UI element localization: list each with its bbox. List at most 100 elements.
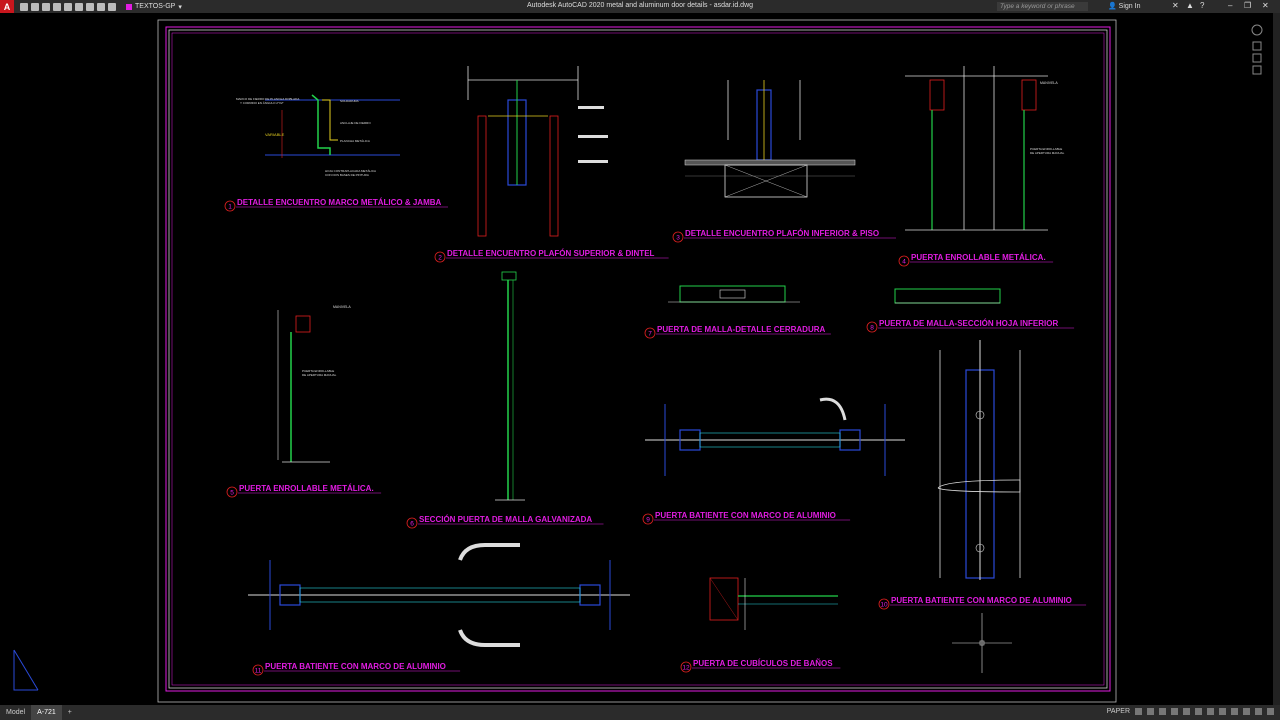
detail-number: 9 (646, 517, 650, 524)
ortho-icon[interactable] (1159, 708, 1166, 715)
detail-number: 6 (410, 521, 414, 528)
detail-5-drawing: MANIVELA PUERTA ENROLLABLE DE APERTURA M… (277, 305, 351, 463)
snap-icon[interactable] (1147, 708, 1154, 715)
open-file-icon[interactable] (31, 2, 39, 11)
status-bar: Model A-721 + PAPER (0, 705, 1280, 720)
detail-7-drawing (668, 285, 800, 303)
variable-label: VARIABLE (265, 132, 285, 137)
pan-icon (1252, 41, 1262, 51)
detail-9-drawing (645, 397, 905, 476)
undo-icon[interactable] (86, 2, 94, 11)
autodesk-app-icon[interactable]: ▲ (1186, 1, 1194, 10)
orbit-icon (1252, 65, 1262, 75)
svg-text:DE APERTURA MANUAL: DE APERTURA MANUAL (1030, 151, 1065, 155)
layer-dropdown[interactable]: TEXTOS-GP ▾ (126, 3, 182, 11)
detail-title: DETALLE ENCUENTRO PLAFÓN INFERIOR & PISO (685, 229, 879, 238)
detail-title: DETALLE ENCUENTRO PLAFÓN SUPERIOR & DINT… (447, 249, 655, 258)
vertical-scrollbar[interactable] (1273, 13, 1280, 705)
detail-10-drawing (937, 340, 1021, 580)
svg-text:Y CORRIDO EN ÁNGULO 2"X2": Y CORRIDO EN ÁNGULO 2"X2" (240, 101, 284, 105)
grid-icon[interactable] (1135, 708, 1142, 715)
svg-text:PLANCHA METÁLICA: PLANCHA METÁLICA (340, 139, 370, 143)
detail-title: PUERTA ENROLLABLE METÁLICA. (239, 484, 374, 493)
detail-12-drawing (709, 577, 838, 630)
add-layout-tab[interactable]: + (62, 705, 78, 720)
detail-4-drawing: MANIVELA PUERTA ENROLLABLE DE APERTURA M… (905, 66, 1065, 231)
search-input[interactable]: Type a keyword or phrase (997, 2, 1088, 11)
detail-number: 11 (255, 668, 262, 675)
detail-number: 10 (880, 602, 888, 609)
layer-color-swatch (126, 3, 132, 10)
paper-space-label[interactable]: PAPER (1107, 708, 1130, 715)
redo-icon[interactable] (97, 2, 105, 11)
annotation-scale-icon[interactable] (1207, 708, 1214, 715)
detail-title: PUERTA DE MALLA-SECCIÓN HOJA INFERIOR (879, 319, 1058, 328)
detail-6-drawing (495, 271, 525, 501)
fullscreen-icon[interactable] (1255, 708, 1262, 715)
detail-number: 7 (648, 331, 652, 338)
title-bar: A TEXTOS-GP ▾ (0, 0, 1280, 13)
save-icon[interactable] (42, 2, 50, 11)
detail-1-drawing: VARIABLE MARCO DE FIERRO DE PLANCHA DOBL… (236, 94, 400, 177)
detail-number: 2 (438, 255, 442, 262)
print-icon[interactable] (75, 2, 83, 11)
manivela-label-5: MANIVELA (333, 305, 351, 309)
detail-number: 5 (230, 490, 234, 497)
navigation-bar (1248, 22, 1266, 82)
minimize-button[interactable]: – (1228, 1, 1232, 10)
user-icon: 👤 (1108, 3, 1117, 10)
detail-titles: 1 DETALLE ENCUENTRO MARCO METÁLICO & JAMB… (224, 198, 1087, 676)
help-button[interactable]: ? (1200, 1, 1204, 10)
chevron-down-icon: ▾ (178, 3, 182, 11)
detail-title: PUERTA DE CUBÍCULOS DE BAÑOS (693, 659, 833, 668)
detail-title: PUERTA BATIENTE CON MARCO DE ALUMINIO (265, 662, 446, 671)
detail-number: 4 (902, 259, 906, 266)
workspace-gear-icon[interactable] (1219, 708, 1226, 715)
customize-menu-icon[interactable] (1267, 708, 1274, 715)
close-button[interactable]: ✕ (1262, 1, 1269, 10)
polar-icon[interactable] (1171, 708, 1178, 715)
svg-text:CON DOS BASES DE PINTURA: CON DOS BASES DE PINTURA (325, 173, 369, 177)
tab-layout[interactable]: A-721 (31, 705, 62, 720)
svg-text:SOLDADURA: SOLDADURA (340, 99, 359, 103)
manivela-label-4: MANIVELA (1040, 81, 1058, 85)
detail-title: SECCIÓN PUERTA DE MALLA GALVANIZADA (419, 515, 592, 524)
drawing-canvas[interactable]: VARIABLE MARCO DE FIERRO DE PLANCHA DOBL… (0, 13, 1280, 705)
detail-title: PUERTA BATIENTE CON MARCO DE ALUMINIO (655, 511, 836, 520)
sign-in-label: Sign In (1118, 3, 1141, 10)
layer-name: TEXTOS-GP (135, 3, 176, 10)
detail-title: PUERTA ENROLLABLE METÁLICA. (911, 253, 1046, 262)
sheet-inner-border (168, 29, 1108, 689)
detail-number: 1 (228, 204, 232, 211)
detail-number: 12 (682, 665, 690, 672)
web-open-icon[interactable] (64, 2, 72, 11)
crosshair (952, 613, 1012, 673)
isolate-icon[interactable] (1231, 708, 1238, 715)
hardware-accel-icon[interactable] (1243, 708, 1250, 715)
detail-title: DETALLE ENCUENTRO MARCO METÁLICO & JAMBA (237, 198, 442, 207)
autocad-logo-button[interactable]: A (0, 0, 14, 13)
detail-title: PUERTA BATIENTE CON MARCO DE ALUMINIO (891, 596, 1072, 605)
detail-11-drawing (248, 543, 630, 647)
status-tools: PAPER (1107, 708, 1274, 715)
tab-model[interactable]: Model (0, 705, 31, 720)
detail-number: 8 (870, 325, 874, 332)
sign-in-button[interactable]: 👤 Sign In (1108, 2, 1140, 10)
svg-text:ANCLAJE DE FIERRO: ANCLAJE DE FIERRO (340, 121, 371, 125)
save-as-icon[interactable] (53, 2, 61, 11)
detail-title: PUERTA DE MALLA-DETALLE CERRADURA (657, 325, 826, 334)
detail-number: 3 (676, 235, 680, 242)
restore-button[interactable]: ❐ (1244, 1, 1251, 10)
detail-3-drawing (684, 80, 856, 198)
lineweight-icon[interactable] (1195, 708, 1202, 715)
svg-text:DE APERTURA MANUAL: DE APERTURA MANUAL (302, 373, 337, 377)
zoom-icon (1252, 53, 1262, 63)
share-icon[interactable] (108, 2, 116, 11)
sheet-border-magenta (165, 26, 1111, 692)
new-file-icon[interactable] (20, 2, 28, 11)
ucs-icon (13, 649, 39, 691)
osnap-icon[interactable] (1183, 708, 1190, 715)
quick-access-toolbar (20, 2, 116, 11)
detail-8-drawing (894, 288, 1001, 304)
exchange-icon[interactable]: ✕ (1172, 1, 1179, 10)
